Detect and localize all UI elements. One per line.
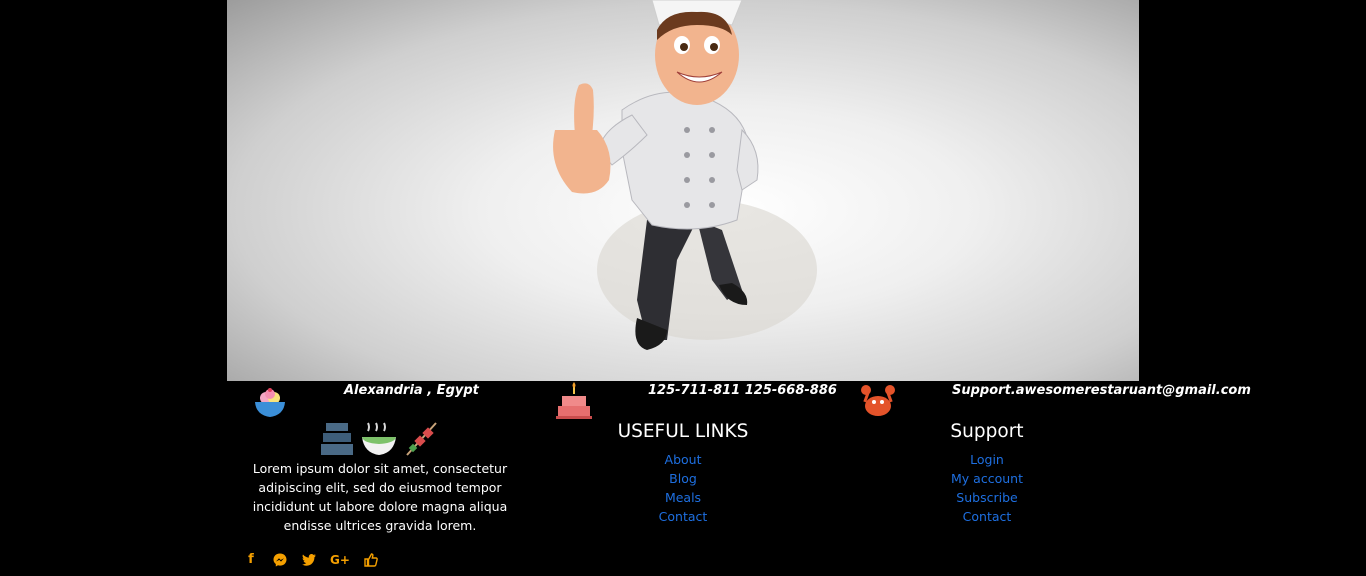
contact-address: Alexandria , Egypt [252, 380, 552, 420]
support-contact-link[interactable]: Contact [963, 509, 1012, 524]
about-description: Lorem ipsum dolor sit amet, consectetur … [252, 461, 508, 533]
support-links-list: Login My account Subscribe Contact [927, 450, 1047, 526]
thumbs-up-icon[interactable] [363, 551, 379, 569]
address-text: Alexandria , Egypt [344, 383, 479, 398]
link-item: Contact [623, 507, 743, 526]
ice-cream-bowl-icon [252, 384, 288, 424]
useful-links-title: USEFUL LINKS [617, 421, 749, 442]
layer-cake-icon [321, 423, 353, 455]
twitter-icon[interactable] [301, 551, 317, 569]
useful-links-list: About Blog Meals Contact [623, 450, 743, 526]
contact-phone: 125-711-811 125-668-886 [556, 380, 856, 420]
link-item: Subscribe [927, 488, 1047, 507]
hero-image [227, 0, 1139, 381]
soup-bowl-icon [362, 422, 396, 455]
phone-text: 125-711-811 125-668-886 [648, 383, 837, 398]
link-item: My account [927, 469, 1047, 488]
link-item: Blog [623, 469, 743, 488]
cake-icon [556, 382, 592, 424]
social-links: f G+ [243, 551, 379, 569]
link-item: About [623, 450, 743, 469]
link-item: Meals [623, 488, 743, 507]
support-title: Support [950, 421, 1024, 442]
subscribe-link[interactable]: Subscribe [956, 490, 1017, 505]
contact-link[interactable]: Contact [659, 509, 708, 524]
crab-icon [860, 382, 896, 422]
about-link[interactable]: About [665, 452, 702, 467]
link-item: Contact [927, 507, 1047, 526]
blog-link[interactable]: Blog [669, 471, 697, 486]
chef-illustration [553, 0, 817, 350]
contact-email: Support.awesomerestaruant@gmail.com [860, 380, 1251, 422]
meals-link[interactable]: Meals [665, 490, 701, 505]
login-link[interactable]: Login [970, 452, 1004, 467]
email-text: Support.awesomerestaruant@gmail.com [952, 383, 1251, 398]
food-icons [320, 421, 440, 457]
skewer-icon [406, 422, 437, 456]
link-item: Login [927, 450, 1047, 469]
my-account-link[interactable]: My account [951, 471, 1023, 486]
messenger-icon[interactable] [272, 551, 288, 569]
facebook-icon[interactable]: f [243, 551, 259, 569]
google-plus-icon[interactable]: G+ [330, 551, 350, 569]
